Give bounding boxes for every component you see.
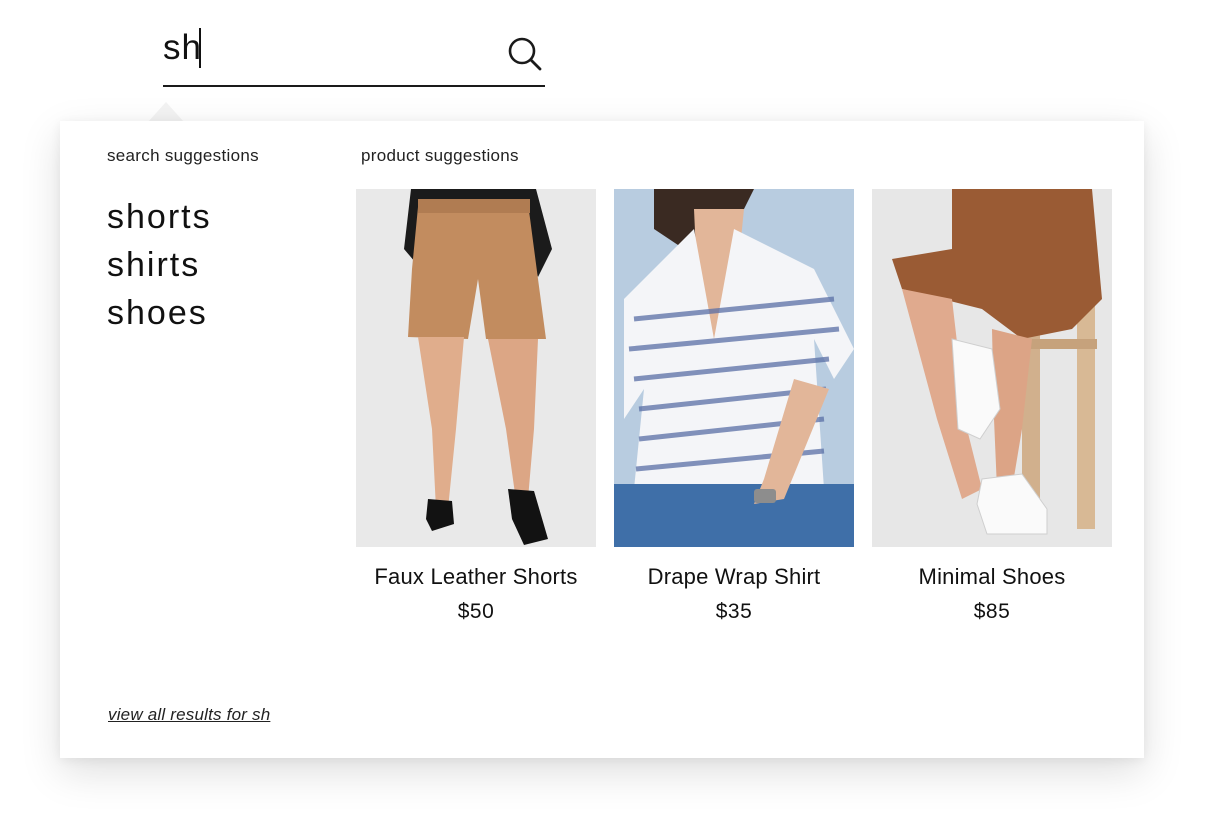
product-card-drape-wrap-shirt[interactable]: Drape Wrap Shirt $35 xyxy=(614,189,854,624)
product-name: Minimal Shoes xyxy=(918,564,1066,589)
search-suggestions-heading: search suggestions xyxy=(107,146,259,165)
product-card-faux-leather-shorts[interactable]: Faux Leather Shorts $50 xyxy=(356,189,596,624)
search-suggestions-list: shorts shirts shoes xyxy=(107,193,212,337)
search-icon[interactable] xyxy=(507,36,543,72)
product-card-minimal-shoes[interactable]: Minimal Shoes $85 xyxy=(872,189,1112,624)
search-input[interactable]: sh xyxy=(163,26,202,70)
dropdown-pointer xyxy=(148,102,184,122)
search-bar: sh xyxy=(163,22,545,87)
search-dropdown-panel: search suggestions product suggestions s… xyxy=(60,121,1144,758)
suggestion-shorts[interactable]: shorts xyxy=(107,193,212,241)
product-name: Drape Wrap Shirt xyxy=(647,564,821,589)
product-image-shorts[interactable] xyxy=(356,189,596,547)
product-image-shoes[interactable] xyxy=(872,189,1112,547)
suggestion-shirts[interactable]: shirts xyxy=(107,241,212,289)
product-suggestions-heading: product suggestions xyxy=(361,146,519,165)
text-caret xyxy=(199,28,201,68)
product-price: $35 xyxy=(715,600,753,623)
product-name: Faux Leather Shorts xyxy=(374,564,578,589)
view-all-results-link[interactable]: view all results for sh xyxy=(108,705,270,725)
suggestion-shoes[interactable]: shoes xyxy=(107,289,212,337)
product-price: $50 xyxy=(457,600,495,623)
product-price: $85 xyxy=(973,600,1011,623)
product-image-shirt[interactable] xyxy=(614,189,854,547)
